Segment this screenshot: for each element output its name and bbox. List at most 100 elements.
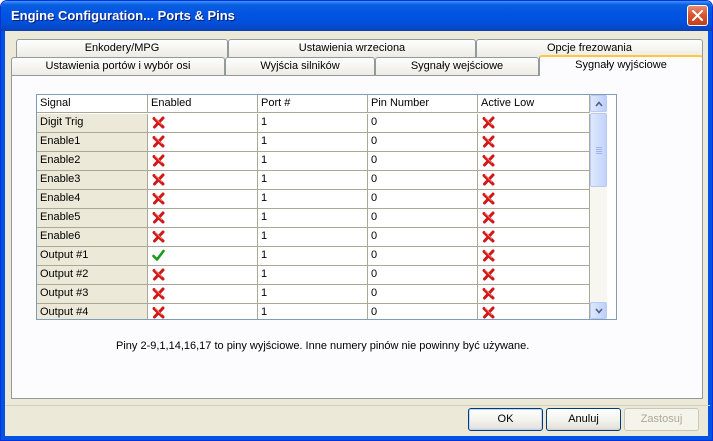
- title-bar[interactable]: Engine Configuration... Ports & Pins: [1, 1, 712, 31]
- cell-enabled-toggle[interactable]: [148, 247, 258, 265]
- cell-active-low-toggle[interactable]: [478, 190, 590, 208]
- cross-icon: [152, 154, 165, 167]
- table-row[interactable]: Enable2 1 0: [37, 152, 590, 171]
- scroll-up-button[interactable]: [590, 95, 607, 112]
- tab-sygnaly-wyjsciowe[interactable]: Sygnały wyjściowe: [539, 55, 703, 76]
- table-row[interactable]: Output #4 1 0: [37, 304, 590, 319]
- cell-signal: Enable4: [37, 190, 148, 208]
- cell-enabled-toggle[interactable]: [148, 304, 258, 319]
- cell-active-low-toggle[interactable]: [478, 247, 590, 265]
- grid-header: Signal Enabled Port # Pin Number Active …: [37, 95, 590, 113]
- cell-enabled-toggle[interactable]: [148, 190, 258, 208]
- table-row[interactable]: Enable3 1 0: [37, 171, 590, 190]
- window-border-right: [708, 31, 712, 440]
- tab-wyjscia-silnikow[interactable]: Wyjścia silników: [225, 57, 375, 75]
- cell-pin-number[interactable]: 0: [368, 266, 478, 284]
- scroll-down-button[interactable]: [590, 302, 607, 319]
- tab-label: Wyjścia silników: [260, 60, 340, 72]
- col-header-enabled[interactable]: Enabled: [148, 95, 258, 113]
- cell-active-low-toggle[interactable]: [478, 228, 590, 246]
- col-header-port[interactable]: Port #: [258, 95, 368, 113]
- col-header-active-low[interactable]: Active Low: [478, 95, 590, 113]
- cross-icon: [482, 135, 495, 148]
- cell-enabled-toggle[interactable]: [148, 133, 258, 151]
- cell-enabled-toggle[interactable]: [148, 285, 258, 303]
- tab-sygnaly-wejsciowe[interactable]: Sygnały wejściowe: [375, 57, 539, 75]
- table-row[interactable]: Enable5 1 0: [37, 209, 590, 228]
- cell-pin-number[interactable]: 0: [368, 304, 478, 319]
- window-border-bottom: [1, 436, 712, 440]
- table-row[interactable]: Output #2 1 0: [37, 266, 590, 285]
- cell-port[interactable]: 1: [258, 171, 368, 189]
- col-header-signal[interactable]: Signal: [37, 95, 148, 113]
- table-row[interactable]: Output #3 1 0: [37, 285, 590, 304]
- cell-pin-number[interactable]: 0: [368, 133, 478, 151]
- cell-enabled-toggle[interactable]: [148, 114, 258, 132]
- apply-button[interactable]: Zastosuj: [624, 408, 699, 431]
- cross-icon: [152, 135, 165, 148]
- cell-port[interactable]: 1: [258, 133, 368, 151]
- cell-pin-number[interactable]: 0: [368, 152, 478, 170]
- cell-pin-number[interactable]: 0: [368, 209, 478, 227]
- cell-active-low-toggle[interactable]: [478, 304, 590, 319]
- cancel-button[interactable]: Anuluj: [546, 408, 621, 431]
- cell-active-low-toggle[interactable]: [478, 152, 590, 170]
- close-button[interactable]: [687, 5, 708, 26]
- cell-port[interactable]: 1: [258, 285, 368, 303]
- cross-icon: [482, 154, 495, 167]
- cross-icon: [152, 268, 165, 281]
- cell-enabled-toggle[interactable]: [148, 228, 258, 246]
- cell-port[interactable]: 1: [258, 152, 368, 170]
- cell-enabled-toggle[interactable]: [148, 152, 258, 170]
- cell-enabled-toggle[interactable]: [148, 171, 258, 189]
- cell-signal: Enable6: [37, 228, 148, 246]
- cell-port[interactable]: 1: [258, 114, 368, 132]
- tab-label: Enkodery/MPG: [84, 42, 160, 54]
- table-row[interactable]: Enable1 1 0: [37, 133, 590, 152]
- cell-port[interactable]: 1: [258, 247, 368, 265]
- cell-port[interactable]: 1: [258, 209, 368, 227]
- window-border-left: [1, 31, 5, 440]
- cell-pin-number[interactable]: 0: [368, 285, 478, 303]
- cell-port[interactable]: 1: [258, 304, 368, 319]
- tab-enkodery-mpg[interactable]: Enkodery/MPG: [16, 39, 228, 57]
- table-row[interactable]: Enable4 1 0: [37, 190, 590, 209]
- cross-icon: [152, 287, 165, 300]
- scroll-thumb[interactable]: [590, 113, 607, 187]
- signals-grid: Signal Enabled Port # Pin Number Active …: [36, 94, 617, 320]
- tab-label: Sygnały wyjściowe: [575, 59, 667, 71]
- ok-button[interactable]: OK: [468, 408, 543, 431]
- cell-pin-number[interactable]: 0: [368, 190, 478, 208]
- cell-active-low-toggle[interactable]: [478, 285, 590, 303]
- cell-active-low-toggle[interactable]: [478, 114, 590, 132]
- cell-pin-number[interactable]: 0: [368, 114, 478, 132]
- cell-enabled-toggle[interactable]: [148, 209, 258, 227]
- cell-enabled-toggle[interactable]: [148, 266, 258, 284]
- cell-port[interactable]: 1: [258, 190, 368, 208]
- cell-pin-number[interactable]: 0: [368, 171, 478, 189]
- cell-port[interactable]: 1: [258, 266, 368, 284]
- col-header-pin-number[interactable]: Pin Number: [368, 95, 478, 113]
- tab-label: Ustawienia wrzeciona: [298, 42, 406, 54]
- tab-ustawienia-wrzeciona[interactable]: Ustawienia wrzeciona: [228, 39, 476, 57]
- cell-pin-number[interactable]: 0: [368, 247, 478, 265]
- table-row[interactable]: Digit Trig 1 0: [37, 114, 590, 133]
- grid-vertical-scrollbar[interactable]: [590, 95, 607, 319]
- cell-active-low-toggle[interactable]: [478, 171, 590, 189]
- table-row[interactable]: Enable6 1 0: [37, 228, 590, 247]
- tab-label: Ustawienia portów i wybór osi: [45, 60, 191, 72]
- cell-active-low-toggle[interactable]: [478, 133, 590, 151]
- cell-signal: Output #4: [37, 304, 148, 319]
- chevron-up-icon: [595, 101, 603, 107]
- table-row[interactable]: Output #1 1 0: [37, 247, 590, 266]
- cross-icon: [152, 211, 165, 224]
- cross-icon: [482, 287, 495, 300]
- cross-icon: [482, 116, 495, 129]
- cell-active-low-toggle[interactable]: [478, 209, 590, 227]
- cell-port[interactable]: 1: [258, 228, 368, 246]
- cell-pin-number[interactable]: 0: [368, 228, 478, 246]
- tab-ustawienia-portow[interactable]: Ustawienia portów i wybór osi: [11, 57, 225, 75]
- cell-active-low-toggle[interactable]: [478, 266, 590, 284]
- check-icon: [152, 249, 165, 261]
- pin-info-note: Piny 2-9,1,14,16,17 to piny wyjściowe. I…: [116, 340, 530, 352]
